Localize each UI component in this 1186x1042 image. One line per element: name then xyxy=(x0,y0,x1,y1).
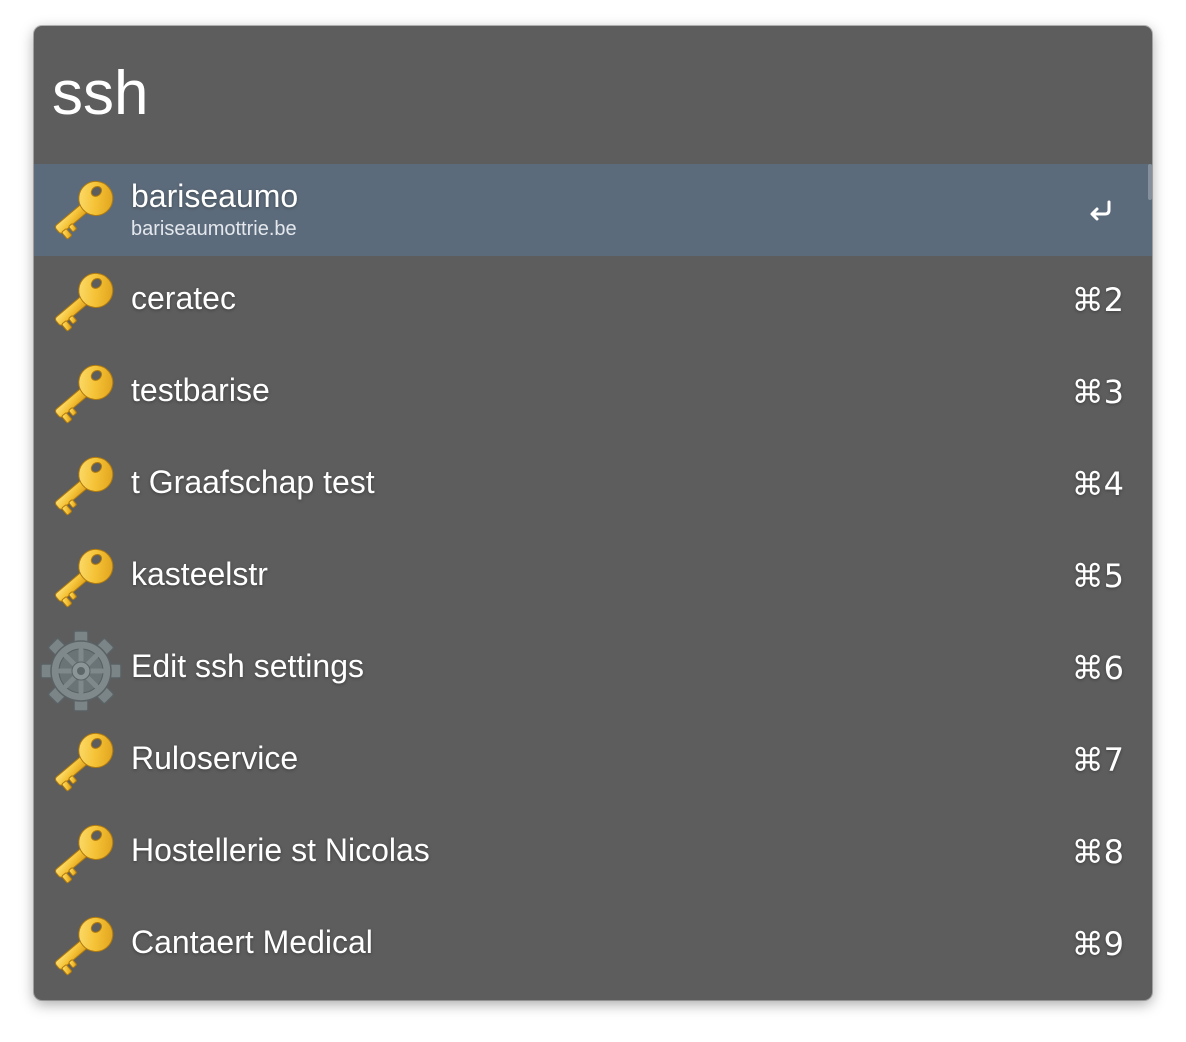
result-row[interactable]: bariseaumo bariseaumottrie.be xyxy=(34,164,1152,256)
shortcut-label: ⌘3 xyxy=(1071,373,1124,411)
key-icon xyxy=(44,540,120,616)
result-title: Edit ssh settings xyxy=(131,648,364,684)
result-row[interactable]: Cantaert Medical ⌘9 xyxy=(34,900,1152,992)
result-row[interactable]: testbarise ⌘3 xyxy=(34,348,1152,440)
key-icon xyxy=(44,448,120,524)
key-icon xyxy=(44,724,120,800)
result-title: t Graafschap test xyxy=(131,464,375,500)
shortcut-label: ⌘2 xyxy=(1071,281,1124,319)
key-icon xyxy=(44,264,120,340)
result-row[interactable]: t Graafschap test ⌘4 xyxy=(34,440,1152,532)
result-title: bariseaumo xyxy=(131,178,299,214)
shortcut-label: ⌘6 xyxy=(1071,649,1124,687)
gear-icon xyxy=(40,630,122,712)
shortcut-label: ⌘9 xyxy=(1071,925,1124,963)
result-subtitle: bariseaumottrie.be xyxy=(131,218,297,240)
shortcut-label: ⌘4 xyxy=(1071,465,1124,503)
launcher-window: bariseaumo bariseaumottrie.be ceratec ⌘2… xyxy=(34,26,1152,1000)
result-row[interactable]: Hostellerie st Nicolas ⌘8 xyxy=(34,808,1152,900)
shortcut-label: ⌘7 xyxy=(1071,741,1124,779)
result-title: Hostellerie st Nicolas xyxy=(131,832,430,868)
key-icon xyxy=(44,356,120,432)
result-row[interactable]: ceratec ⌘2 xyxy=(34,256,1152,348)
key-icon xyxy=(44,172,120,248)
result-title: Ruloservice xyxy=(131,740,299,776)
results-list: bariseaumo bariseaumottrie.be ceratec ⌘2… xyxy=(34,164,1152,1000)
result-title: kasteelstr xyxy=(131,556,268,592)
shortcut-label: ⌘5 xyxy=(1071,557,1124,595)
result-row[interactable]: Ruloservice ⌘7 xyxy=(34,716,1152,808)
key-icon xyxy=(44,908,120,984)
scrollbar-thumb[interactable] xyxy=(1148,164,1152,200)
key-icon xyxy=(44,816,120,892)
shortcut-label: ⌘8 xyxy=(1071,833,1124,871)
search-input[interactable] xyxy=(52,48,1112,138)
result-title: ceratec xyxy=(131,280,236,316)
result-title: Cantaert Medical xyxy=(131,924,373,960)
result-row[interactable]: kasteelstr ⌘5 xyxy=(34,532,1152,624)
return-icon xyxy=(1084,194,1116,226)
query-bar xyxy=(34,26,1152,164)
result-row[interactable]: Edit ssh settings ⌘6 xyxy=(34,624,1152,716)
result-title: testbarise xyxy=(131,372,270,408)
